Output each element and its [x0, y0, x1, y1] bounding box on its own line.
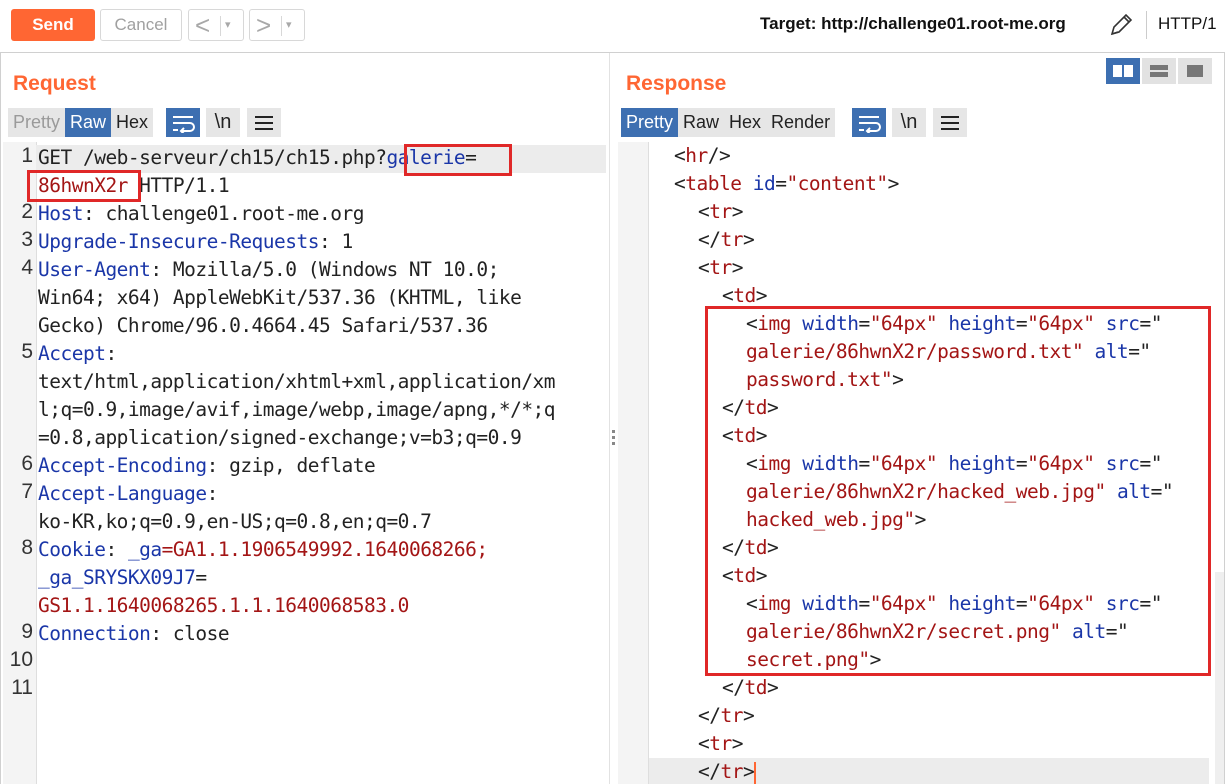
- menu-button[interactable]: [933, 108, 967, 137]
- tab-raw[interactable]: Raw: [678, 108, 725, 137]
- hamburger-menu-icon: [941, 115, 959, 130]
- tab-hex[interactable]: Hex: [111, 108, 154, 137]
- send-button[interactable]: Send: [11, 9, 95, 41]
- line-number: 6: [21, 452, 33, 475]
- line-number: 8: [21, 536, 33, 559]
- back-arrow-icon: <: [195, 10, 211, 40]
- tab-hex[interactable]: Hex: [724, 108, 767, 137]
- tab-raw[interactable]: Raw: [65, 108, 112, 137]
- newline-icon: \n: [214, 111, 232, 133]
- columns-layout-icon: [1113, 65, 1133, 77]
- highlight-box-images: [705, 306, 1211, 676]
- line-number: 4: [21, 256, 33, 279]
- code-line: </td>: [722, 676, 779, 699]
- code-line: <table id="content">: [674, 172, 899, 195]
- back-button[interactable]: < ▾: [188, 9, 244, 41]
- header-user-agent: User-Agent: Mozilla/5.0 (Windows NT 10.0…: [38, 258, 499, 281]
- request-tabs: Pretty Raw Hex: [8, 108, 154, 137]
- line-number: 7: [21, 480, 33, 503]
- divider: [1146, 11, 1147, 39]
- target-label: Target: http://challenge01.root-me.org: [760, 14, 1066, 33]
- highlight-box-param: [404, 144, 512, 176]
- line-number-gutter: [618, 142, 649, 784]
- newline-icon: \n: [900, 111, 918, 133]
- wrap-lines-icon: [173, 115, 195, 133]
- layout-stacked-button[interactable]: [1142, 58, 1176, 84]
- code-line: <tr>: [698, 732, 743, 755]
- header-accept-cont: text/html,application/xhtml+xml,applicat…: [38, 370, 556, 393]
- wrap-lines-toggle[interactable]: [166, 108, 200, 137]
- pane-splitter[interactable]: [609, 53, 610, 784]
- line-number: 2: [21, 200, 33, 223]
- line-number: 11: [11, 676, 33, 699]
- response-pane-title: Response: [626, 72, 727, 95]
- divider: [281, 16, 282, 36]
- cancel-button[interactable]: Cancel: [100, 9, 182, 41]
- splitter-handle-icon[interactable]: [612, 430, 615, 446]
- code-line: <tr>: [698, 256, 743, 279]
- response-editor[interactable]: <hr/> <table id="content"> <tr> </tr> <t…: [618, 142, 1225, 784]
- layout-toggle-group: [1106, 58, 1214, 84]
- tab-pretty[interactable]: Pretty: [621, 108, 679, 137]
- code-line: <tr>: [698, 200, 743, 223]
- show-newlines-toggle[interactable]: \n: [892, 108, 926, 137]
- line-number: 9: [21, 620, 33, 643]
- line-number: 3: [21, 228, 33, 251]
- highlight-box-value: [27, 170, 141, 202]
- header-accept-cont: l;q=0.9,image/avif,image/webp,image/apng…: [38, 398, 556, 421]
- http-version-label[interactable]: HTTP/1: [1158, 14, 1217, 34]
- header-upgrade-insecure: Upgrade-Insecure-Requests: 1: [38, 230, 353, 253]
- wrap-lines-icon: [859, 115, 881, 133]
- forward-arrow-icon: >: [256, 10, 272, 40]
- rows-layout-icon: [1150, 65, 1168, 77]
- divider: [0, 52, 1225, 53]
- tab-render[interactable]: Render: [766, 108, 836, 137]
- line-number: 1: [21, 144, 33, 167]
- header-cookie-cont: GS1.1.1640068265.1.1.1640068583.0: [38, 594, 409, 617]
- code-line: </tr>: [698, 228, 755, 251]
- menu-button[interactable]: [247, 108, 281, 137]
- header-accept-language: Accept-Language:: [38, 482, 218, 505]
- top-toolbar: Send Cancel < ▾ > ▾ Target: http://chall…: [0, 0, 1225, 52]
- wrap-lines-toggle[interactable]: [852, 108, 886, 137]
- line-number: 5: [21, 340, 33, 363]
- header-connection: Connection: close: [38, 622, 230, 645]
- header-cookie-cont: _ga_SRYSKX09J7=: [38, 566, 207, 589]
- header-user-agent-cont: Win64; x64) AppleWebKit/537.36 (KHTML, l…: [38, 286, 522, 309]
- edit-target-pencil-icon[interactable]: [1106, 10, 1136, 40]
- chevron-down-icon[interactable]: ▾: [286, 17, 292, 33]
- window-border: [0, 53, 1, 784]
- response-tabs: Pretty Raw Hex Render: [621, 108, 836, 137]
- request-pane-title: Request: [13, 72, 96, 95]
- show-newlines-toggle[interactable]: \n: [206, 108, 240, 137]
- header-cookie: Cookie: _ga=GA1.1.1906549992.1640068266;: [38, 538, 488, 561]
- code-line: </tr>: [698, 704, 755, 727]
- divider: [220, 16, 221, 36]
- header-accept-encoding: Accept-Encoding: gzip, deflate: [38, 454, 376, 477]
- single-layout-icon: [1187, 65, 1203, 77]
- chevron-down-icon[interactable]: ▾: [225, 17, 231, 33]
- code-line: <hr/>: [674, 144, 731, 167]
- forward-button[interactable]: > ▾: [249, 9, 305, 41]
- layout-single-button[interactable]: [1178, 58, 1212, 84]
- tab-pretty[interactable]: Pretty: [8, 108, 66, 137]
- text-cursor: [754, 761, 757, 784]
- header-host: Host: challenge01.root-me.org: [38, 202, 364, 225]
- code-line: </tr>: [698, 760, 757, 784]
- header-accept-cont: =0.8,application/signed-exchange;v=b3;q=…: [38, 426, 522, 449]
- header-accept-language-cont: ko-KR,ko;q=0.9,en-US;q=0.8,en;q=0.7: [38, 510, 432, 533]
- hamburger-menu-icon: [255, 115, 273, 130]
- request-editor[interactable]: 1 2 3 4 5 6 7 8 9 10 11 GET /web-serveur…: [3, 142, 608, 784]
- header-user-agent-cont: Gecko) Chrome/96.0.4664.45 Safari/537.36: [38, 314, 488, 337]
- layout-side-by-side-button[interactable]: [1106, 58, 1140, 84]
- line-number: 10: [9, 648, 33, 671]
- header-accept: Accept:: [38, 342, 117, 365]
